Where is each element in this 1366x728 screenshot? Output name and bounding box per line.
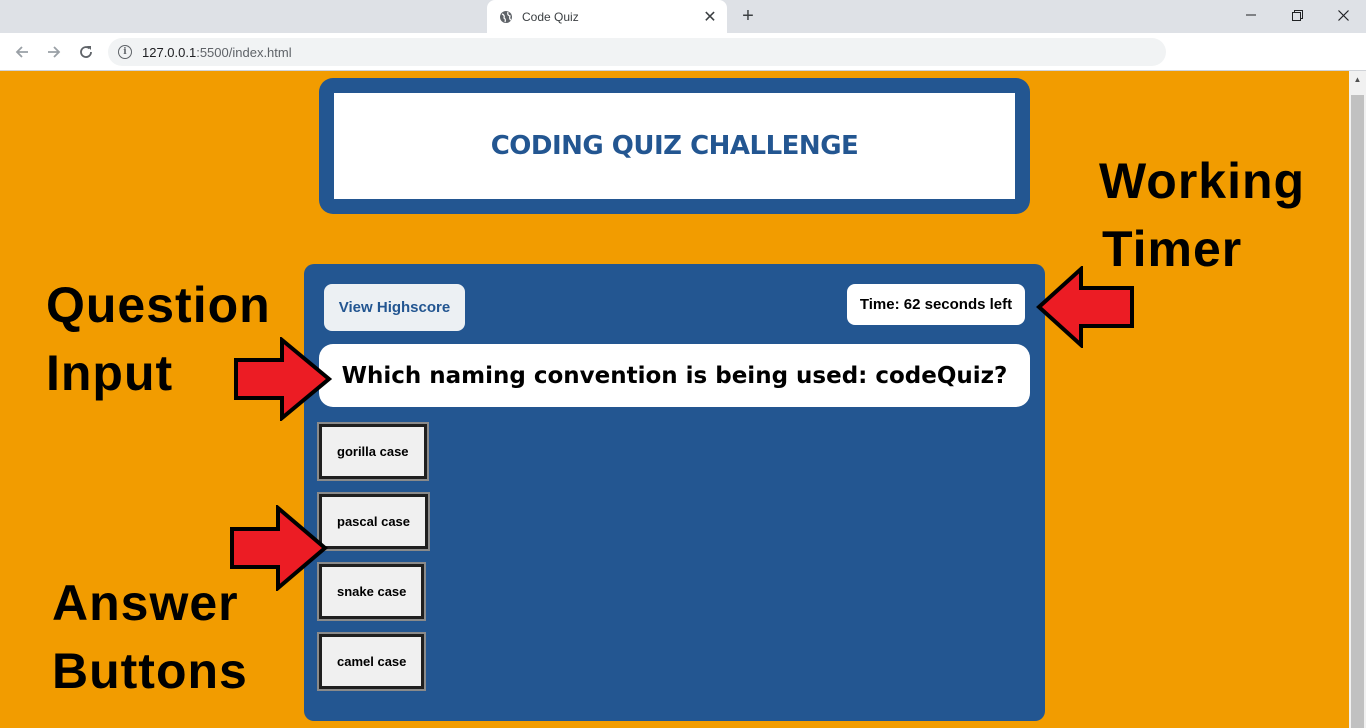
quiz-card: View Highscore Time: 62 seconds left Whi…	[304, 264, 1045, 721]
back-arrow-icon[interactable]	[10, 40, 34, 64]
arrow-left-icon	[1036, 266, 1134, 348]
annotation-input: Input	[46, 345, 174, 401]
page-scrollbar[interactable]: ▲	[1349, 71, 1366, 728]
forward-arrow-icon[interactable]	[42, 40, 66, 64]
minimize-icon[interactable]	[1228, 0, 1274, 30]
arrow-right-icon	[234, 337, 333, 421]
globe-icon	[499, 10, 513, 24]
address-bar[interactable]: i 127.0.0.1:5500/index.html	[108, 38, 1166, 66]
arrow-right-icon	[230, 505, 329, 591]
reload-icon[interactable]	[74, 40, 98, 64]
scrollbar-thumb[interactable]	[1351, 95, 1364, 728]
url-path: :5500/index.html	[196, 44, 292, 60]
info-icon[interactable]: i	[118, 45, 132, 59]
question-text: Which naming convention is being used: c…	[319, 344, 1030, 407]
close-tab-icon[interactable]: ✕	[699, 6, 721, 28]
scroll-up-icon[interactable]: ▲	[1349, 71, 1366, 88]
close-window-icon[interactable]	[1320, 0, 1366, 30]
answer-button-gorilla-case[interactable]: gorilla case	[317, 422, 429, 481]
new-tab-button[interactable]: +	[737, 5, 759, 27]
annotation-question: Question	[46, 277, 271, 333]
browser-tab[interactable]: Code Quiz ✕	[487, 0, 727, 33]
browser-tab-strip: Code Quiz ✕ +	[0, 0, 1366, 33]
toolbar-blank-area	[1166, 33, 1366, 65]
answer-button-camel-case[interactable]: camel case	[316, 632, 427, 691]
annotation-working: Working	[1099, 153, 1306, 209]
answer-button-snake-case[interactable]: snake case	[316, 562, 427, 621]
url-host: 127.0.0.1	[142, 44, 197, 60]
timer-display: Time: 62 seconds left	[847, 284, 1025, 325]
url-text: 127.0.0.1:5500/index.html	[142, 45, 292, 60]
header-inner: CODING QUIZ CHALLENGE	[334, 93, 1015, 199]
tab-title: Code Quiz	[522, 9, 579, 24]
header-card: CODING QUIZ CHALLENGE	[319, 78, 1030, 214]
restore-icon[interactable]	[1274, 0, 1320, 30]
page-title: CODING QUIZ CHALLENGE	[490, 131, 859, 161]
answer-button-pascal-case[interactable]: pascal case	[316, 492, 431, 551]
annotation-answer: Answer	[52, 575, 239, 631]
view-highscore-button[interactable]: View Highscore	[324, 284, 465, 331]
annotation-buttons: Buttons	[52, 643, 248, 699]
browser-toolbar: i 127.0.0.1:5500/index.html	[0, 33, 1366, 71]
